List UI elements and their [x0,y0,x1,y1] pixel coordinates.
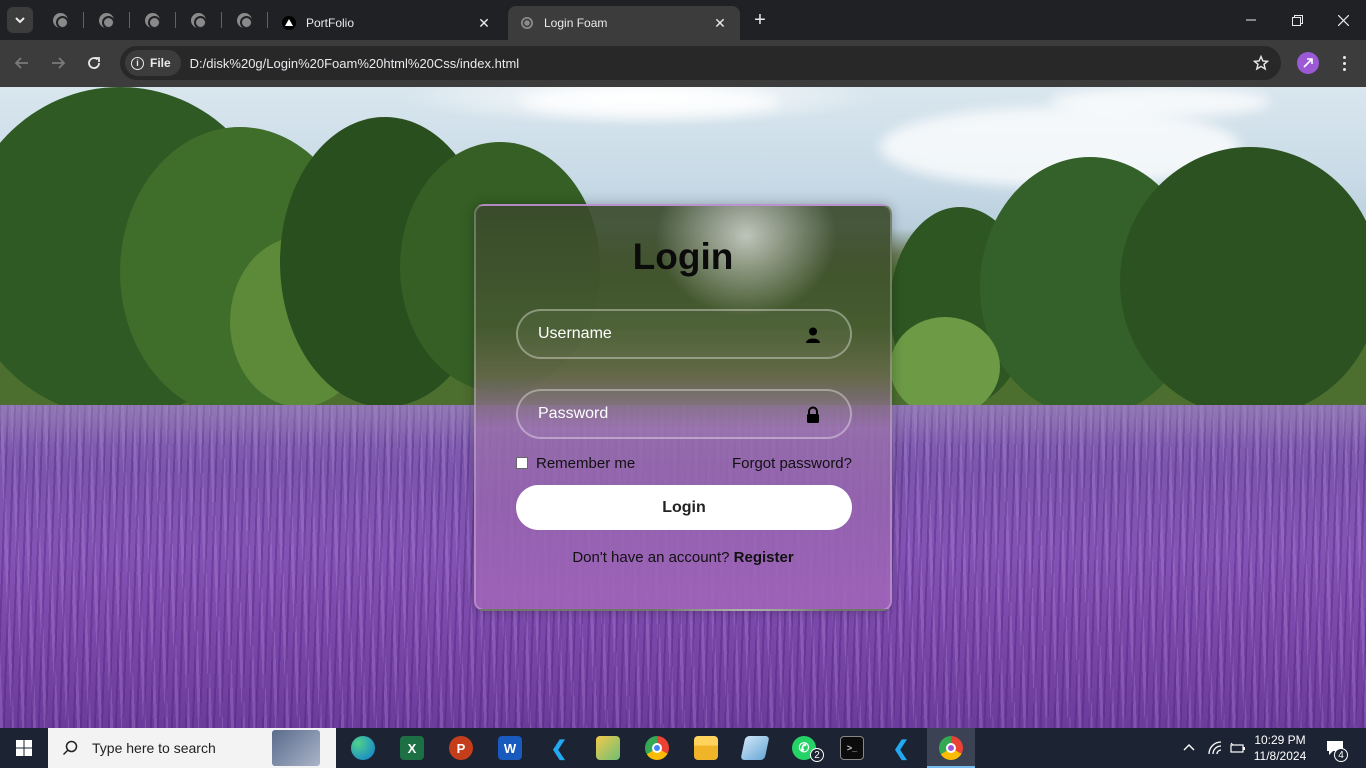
windows-taskbar: Type here to search X P W ❮ ✆ 2 >_ ❮ 10:… [0,728,1366,768]
remember-label: Remember me [536,454,636,472]
tab-portfolio[interactable]: PortFolio ✕ [270,6,504,40]
search-highlight-image [272,730,320,766]
url-text[interactable]: D:/disk%20g/Login%20Foam%20html%20Css/in… [190,56,520,71]
info-icon: i [131,56,144,70]
remember-me[interactable]: Remember me [516,455,635,472]
pinned-tab[interactable] [37,8,83,32]
browser-menu-button[interactable] [1332,50,1356,76]
chrome-icon[interactable] [641,732,673,764]
arrow-left-icon [14,57,28,69]
notes-icon[interactable] [739,732,771,764]
globe-icon [520,16,534,30]
forward-button[interactable] [44,49,72,77]
notification-badge: 4 [1334,748,1348,762]
tab-title: Login Foam [544,16,608,30]
globe-icon [190,12,206,28]
globe-icon [144,12,160,28]
close-icon [1337,14,1349,26]
windows-logo-icon [16,740,32,756]
vscode-icon[interactable]: ❮ [885,732,917,764]
tab-title: PortFolio [306,16,355,30]
password-input[interactable] [538,391,798,437]
browser-toolbar: i File D:/disk%20g/Login%20Foam%20html%2… [0,40,1366,87]
taskbar-clock[interactable]: 10:29 PM 11/8/2024 [1252,732,1308,764]
forgot-password-link[interactable]: Forgot password? [732,455,852,472]
reload-icon [88,57,100,69]
restore-button[interactable] [1274,0,1320,40]
login-button[interactable]: Login [516,485,852,530]
close-window-button[interactable] [1320,0,1366,40]
minimize-icon [1246,19,1256,21]
extension-icon [1303,58,1313,68]
pinned-tab[interactable] [221,8,267,32]
globe-icon [98,12,114,28]
close-tab-icon[interactable]: ✕ [712,15,728,31]
login-title: Login [632,236,734,277]
notification-center-button[interactable] [1320,728,1350,768]
cloud [1050,87,1270,117]
new-tab-button[interactable]: + [748,8,772,32]
tab-search-button[interactable] [7,7,33,33]
powerpoint-icon[interactable]: P [445,732,477,764]
cloud [520,87,780,117]
battery-icon[interactable] [1228,728,1248,768]
password-field[interactable] [516,389,852,439]
site-info-label: File [150,56,171,70]
folder-icon[interactable] [592,732,624,764]
whatsapp-badge: 2 [810,748,824,762]
back-button[interactable] [8,49,36,77]
excel-icon[interactable]: X [396,732,428,764]
address-bar[interactable]: i File D:/disk%20g/Login%20Foam%20html%2… [120,46,1281,80]
taskbar-search[interactable]: Type here to search [48,728,336,768]
pinned-tab[interactable] [129,8,175,32]
minimize-button[interactable] [1228,0,1274,40]
user-icon [806,327,820,343]
chevron-up-icon [1183,744,1195,751]
start-button[interactable] [0,728,48,768]
pinned-tab[interactable] [83,8,129,32]
tab-divider [267,12,268,28]
clock-date: 11/8/2024 [1253,749,1307,763]
word-icon[interactable]: W [494,732,526,764]
vscode-icon[interactable]: ❮ [543,732,575,764]
login-options: Remember me Forgot password? [516,454,852,472]
edge-icon[interactable] [347,732,379,764]
taskbar-search-placeholder: Type here to search [92,740,216,756]
tab-login-foam[interactable]: Login Foam ✕ [508,6,740,40]
tree [1120,147,1366,417]
reload-button[interactable] [80,49,108,77]
username-field[interactable] [516,309,852,359]
login-card: Login Remember me Forgot password? Login… [474,204,892,611]
bookmark-star-icon[interactable] [1251,53,1271,73]
wifi-icon[interactable] [1204,728,1226,768]
globe-icon [52,12,68,28]
chrome-icon[interactable] [935,732,967,764]
username-input[interactable] [538,311,798,357]
arrow-right-icon [52,57,66,69]
profile-avatar[interactable] [1297,52,1319,74]
triangle-logo-icon [282,16,296,30]
tray-overflow-button[interactable] [1178,728,1200,768]
file-explorer-icon[interactable] [690,732,722,764]
globe-icon [236,12,252,28]
tab-strip: PortFolio ✕ Login Foam ✕ + [0,0,1366,40]
tree [890,317,1000,417]
register-link[interactable]: Register [734,549,794,566]
register-prompt: Don't have an account? Register [476,549,890,566]
clock-time: 10:29 PM [1254,733,1306,747]
close-tab-icon[interactable]: ✕ [476,15,492,31]
restore-icon [1291,14,1303,26]
chevron-down-icon [15,17,25,24]
lock-icon [807,406,819,423]
remember-checkbox[interactable] [516,457,528,469]
register-prompt-text: Don't have an account? [572,549,730,566]
site-info-chip[interactable]: i File [125,50,181,76]
terminal-icon[interactable]: >_ [836,732,868,764]
page-background: Login Remember me Forgot password? Login… [0,87,1366,728]
pinned-tab[interactable] [175,8,221,32]
search-icon [62,740,78,756]
